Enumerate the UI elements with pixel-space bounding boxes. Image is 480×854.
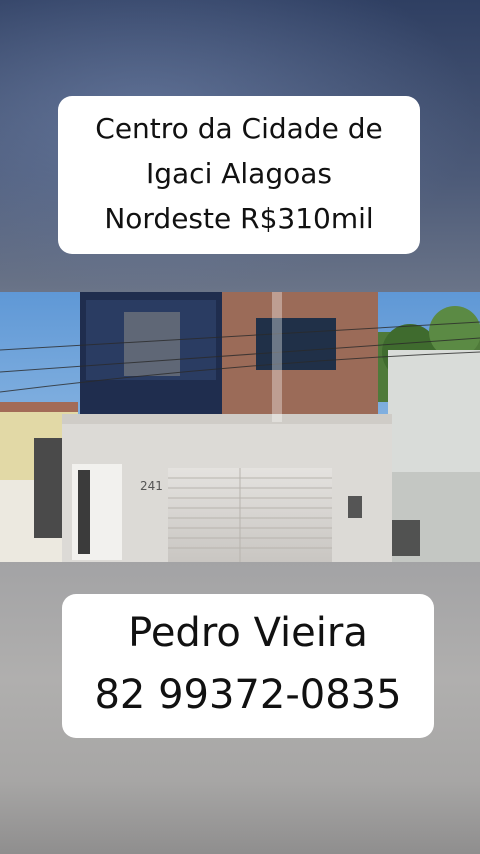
house-photo-illustration: 241: [0, 292, 480, 562]
contact-phone[interactable]: 82 99372-0835: [62, 664, 434, 726]
house-number: 241: [140, 479, 163, 493]
caption-line-price: Nordeste R$310mil: [104, 202, 374, 235]
contact-caption: Pedro Vieira 82 99372-0835: [62, 594, 434, 738]
caption-line-city: Igaci Alagoas: [145, 157, 332, 190]
house-photo: 241: [0, 292, 480, 562]
contact-name: Pedro Vieira: [128, 610, 368, 656]
caption-line-location: Centro da Cidade de: [95, 112, 383, 145]
listing-caption: Centro da Cidade de Igaci Alagoas Nordes…: [58, 96, 420, 254]
